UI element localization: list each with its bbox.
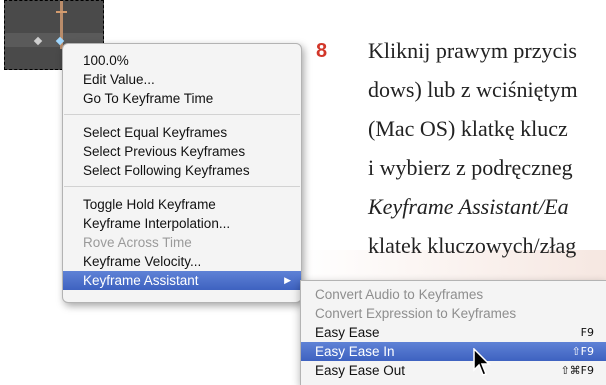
menu-separator [64,186,300,187]
instruction-line: (Mac OS) klatkę klucz [368,116,568,141]
instruction-line: i wybierz z podręczneg [368,155,573,180]
current-time-indicator-head[interactable] [56,11,67,13]
mouse-cursor-icon [473,348,491,376]
step-number: 8 [316,40,328,62]
submenu-item-easy-ease[interactable]: Easy Ease F9 [301,323,606,342]
menu-item-select-previous-keyframes[interactable]: Select Previous Keyframes [63,142,301,161]
submenu-item-convert-audio: Convert Audio to Keyframes [301,285,606,304]
submenu-item-label: Easy Ease [315,325,380,340]
submenu-item-easy-ease-in[interactable]: Easy Ease In ⇧F9 [301,342,606,361]
menu-item-go-to-keyframe-time[interactable]: Go To Keyframe Time [63,89,301,108]
menu-item-edit-value[interactable]: Edit Value... [63,70,301,89]
keyframe-context-menu: 100.0% Edit Value... Go To Keyframe Time… [62,43,302,303]
menu-item-select-following-keyframes[interactable]: Select Following Keyframes [63,161,301,180]
menu-item-label: Keyframe Assistant [83,273,199,288]
menu-item-select-equal-keyframes[interactable]: Select Equal Keyframes [63,123,301,142]
menu-separator [64,114,300,115]
submenu-item-label: Easy Ease In [315,344,395,359]
instruction-line: Keyframe Assistant/Ea [368,194,569,219]
submenu-item-convert-expression: Convert Expression to Keyframes [301,304,606,323]
menu-item-rove-across-time: Rove Across Time [83,235,192,250]
shortcut-label: F9 [580,326,594,339]
instruction-line: klatek kluczowych/złag [368,233,577,258]
keyframe-assistant-submenu: Convert Audio to Keyframes Convert Expre… [300,280,606,385]
submenu-item-label: Convert Audio to Keyframes [315,287,484,302]
submenu-item-easy-ease-out[interactable]: Easy Ease Out ⇧⌘F9 [301,361,606,380]
submenu-item-label: Easy Ease Out [315,363,406,378]
shortcut-label: ⇧F9 [571,345,594,358]
menu-item-keyframe-assistant[interactable]: Keyframe Assistant ▶ [63,271,301,290]
menu-item-keyframe-velocity[interactable]: Keyframe Velocity... [63,252,301,271]
menu-item-value[interactable]: 100.0% [63,51,301,70]
submenu-item-label: Convert Expression to Keyframes [315,306,517,321]
instruction-line: Kliknij prawym przycis [368,38,577,63]
menu-item-keyframe-interpolation[interactable]: Keyframe Interpolation... [63,214,301,233]
submenu-arrow-icon: ▶ [284,275,291,285]
instruction-line: dows) lub z wciśniętym [368,77,578,102]
menu-item-toggle-hold-keyframe[interactable]: Toggle Hold Keyframe [63,195,301,214]
shortcut-label: ⇧⌘F9 [560,364,594,377]
